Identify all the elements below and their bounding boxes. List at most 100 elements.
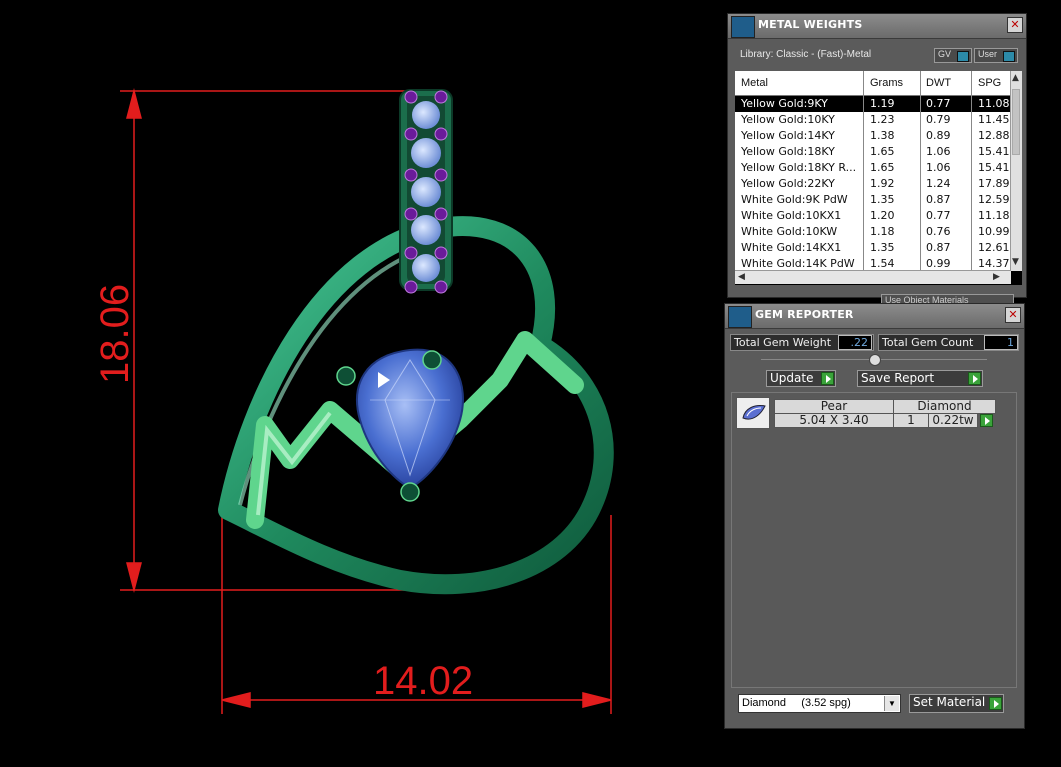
gem-list[interactable]: Pear Diamond 5.04 X 3.40 1 0.22tw — [731, 392, 1017, 688]
table-row[interactable]: Yellow Gold:9KY 1.19 0.77 11.08 — [735, 96, 1011, 112]
gem-reporter-logo-icon — [728, 306, 752, 328]
cell-grams: 1.65 — [870, 161, 895, 174]
close-icon[interactable]: ✕ — [1007, 17, 1023, 33]
cell-spg: 11.18 — [978, 209, 1010, 222]
table-row[interactable]: Yellow Gold:22KY 1.92 1.24 17.89 — [735, 176, 1011, 192]
cell-grams: 1.38 — [870, 129, 895, 142]
table-row[interactable]: White Gold:14KX1 1.35 0.87 12.61 — [735, 240, 1011, 256]
table-row[interactable]: White Gold:10KX1 1.20 0.77 11.18 — [735, 208, 1011, 224]
gem-count: 1 — [893, 413, 929, 428]
metal-weights-title: METAL WEIGHTS — [758, 18, 863, 31]
table-row[interactable]: Yellow Gold:14KY 1.38 0.89 12.88 — [735, 128, 1011, 144]
total-gem-weight-label: Total Gem Weight — [734, 336, 832, 349]
scroll-left-icon[interactable]: ◀ — [738, 272, 745, 282]
cell-dwt: 0.87 — [926, 193, 951, 206]
cell-metal: White Gold:9K PdW — [741, 193, 848, 206]
table-row[interactable]: White Gold:9K PdW 1.35 0.87 12.59 — [735, 192, 1011, 208]
cell-metal: Yellow Gold:22KY — [741, 177, 835, 190]
cell-metal: White Gold:10KW — [741, 225, 838, 238]
gem-size: 5.04 X 3.40 — [774, 413, 894, 428]
column-header-spg[interactable]: SPG — [978, 77, 1001, 89]
update-button-label: Update — [770, 371, 814, 385]
table-row[interactable]: Yellow Gold:10KY 1.23 0.79 11.45 — [735, 112, 1011, 128]
cell-metal: White Gold:10KX1 — [741, 209, 842, 222]
scroll-up-icon[interactable]: ▲ — [1012, 73, 1019, 83]
cell-spg: 12.59 — [978, 193, 1010, 206]
gem-reporter-titlebar[interactable]: GEM REPORTER ✕ — [725, 304, 1024, 329]
cell-spg: 12.61 — [978, 241, 1010, 254]
column-header-dwt[interactable]: DWT — [926, 77, 951, 89]
column-header-grams[interactable]: Grams — [870, 77, 903, 89]
toggle-switch-icon — [1003, 51, 1015, 62]
cell-grams: 1.18 — [870, 225, 895, 238]
cell-metal: Yellow Gold:10KY — [741, 113, 835, 126]
vertical-scrollbar[interactable]: ▲ ▼ — [1010, 71, 1022, 271]
total-gem-count-value: 1 — [984, 335, 1018, 350]
cell-dwt: 0.79 — [926, 113, 951, 126]
library-label: Library: Classic - (Fast)-Metal — [740, 49, 872, 60]
metal-weights-titlebar[interactable]: METAL WEIGHTS ✕ — [728, 14, 1026, 39]
metal-weights-table[interactable]: Metal Grams DWT SPG Yellow Gold:9KY 1.19 0… — [735, 71, 1022, 285]
horizontal-scrollbar[interactable]: ◀ ▶ — [735, 270, 1011, 284]
viewport-canvas[interactable]: 18.06 14.02 — [0, 0, 720, 763]
chevron-down-icon[interactable]: ▼ — [884, 696, 899, 711]
cell-spg: 11.08 — [978, 97, 1010, 110]
cell-dwt: 0.89 — [926, 129, 951, 142]
cell-grams: 1.35 — [870, 241, 895, 254]
cell-dwt: 1.24 — [926, 177, 951, 190]
cell-dwt: 0.76 — [926, 225, 951, 238]
total-gem-count-label: Total Gem Count — [882, 336, 974, 349]
play-icon — [968, 372, 981, 385]
cell-metal: Yellow Gold:18KY R... — [741, 161, 857, 174]
column-header-metal[interactable]: Metal — [741, 77, 768, 89]
table-row[interactable]: White Gold:10KW 1.18 0.76 10.99 — [735, 224, 1011, 240]
cell-spg: 15.41 — [978, 145, 1010, 158]
set-material-button-label: Set Material — [913, 695, 986, 709]
close-icon[interactable]: ✕ — [1005, 307, 1021, 323]
gv-toggle-label: GV — [938, 49, 952, 59]
play-icon — [989, 697, 1002, 710]
gem-select-icon[interactable] — [980, 414, 993, 427]
cell-spg: 17.89 — [978, 177, 1010, 190]
cell-grams: 1.35 — [870, 193, 895, 206]
cell-metal: Yellow Gold:9KY — [741, 97, 828, 110]
scroll-thumb[interactable] — [1012, 89, 1020, 155]
scroll-right-icon[interactable]: ▶ — [993, 272, 1000, 282]
gem-weight: 0.22tw — [928, 413, 978, 428]
cell-dwt: 0.77 — [926, 97, 951, 110]
gv-toggle[interactable]: GV — [934, 48, 972, 63]
play-icon — [821, 372, 834, 385]
save-report-button-label: Save Report — [861, 371, 935, 385]
gem-reporter-title: GEM REPORTER — [755, 308, 854, 321]
metal-weights-logo-icon — [731, 16, 755, 38]
table-row[interactable]: Yellow Gold:18KY 1.65 1.06 15.41 — [735, 144, 1011, 160]
pear-gem-thumbnail-icon — [736, 397, 770, 429]
gem-material: Diamond — [893, 399, 996, 414]
material-select[interactable]: Diamond (3.52 spg) ▼ — [738, 694, 901, 713]
3d-viewport[interactable]: 18.06 14.02 — [0, 0, 720, 763]
dimension-vertical-label: 18.06 — [93, 284, 137, 384]
cell-grams: 1.54 — [870, 257, 895, 270]
cell-grams: 1.20 — [870, 209, 895, 222]
update-button[interactable]: Update — [766, 370, 836, 387]
splitter-handle-icon[interactable] — [869, 354, 881, 366]
table-header: Metal Grams DWT SPG — [735, 71, 1011, 96]
dimension-vertical — [120, 88, 420, 593]
scroll-down-icon[interactable]: ▼ — [1012, 257, 1019, 267]
total-gem-weight-value: .22 — [838, 335, 872, 350]
cell-spg: 11.45 — [978, 113, 1010, 126]
bail[interactable] — [399, 89, 453, 294]
save-report-button[interactable]: Save Report — [857, 370, 983, 387]
cell-spg: 14.37 — [978, 257, 1010, 270]
cell-metal: White Gold:14K PdW — [741, 257, 855, 270]
cell-metal: Yellow Gold:14KY — [741, 129, 835, 142]
cell-metal: White Gold:14KX1 — [741, 241, 842, 254]
user-toggle[interactable]: User — [974, 48, 1018, 63]
cell-dwt: 1.06 — [926, 145, 951, 158]
cell-spg: 15.41 — [978, 161, 1010, 174]
cell-dwt: 0.77 — [926, 209, 951, 222]
gem-shape: Pear — [774, 399, 894, 414]
set-material-button[interactable]: Set Material — [909, 694, 1004, 713]
table-row[interactable]: Yellow Gold:18KY R... 1.65 1.06 15.41 — [735, 160, 1011, 176]
material-select-value: Diamond (3.52 spg) — [742, 697, 851, 709]
